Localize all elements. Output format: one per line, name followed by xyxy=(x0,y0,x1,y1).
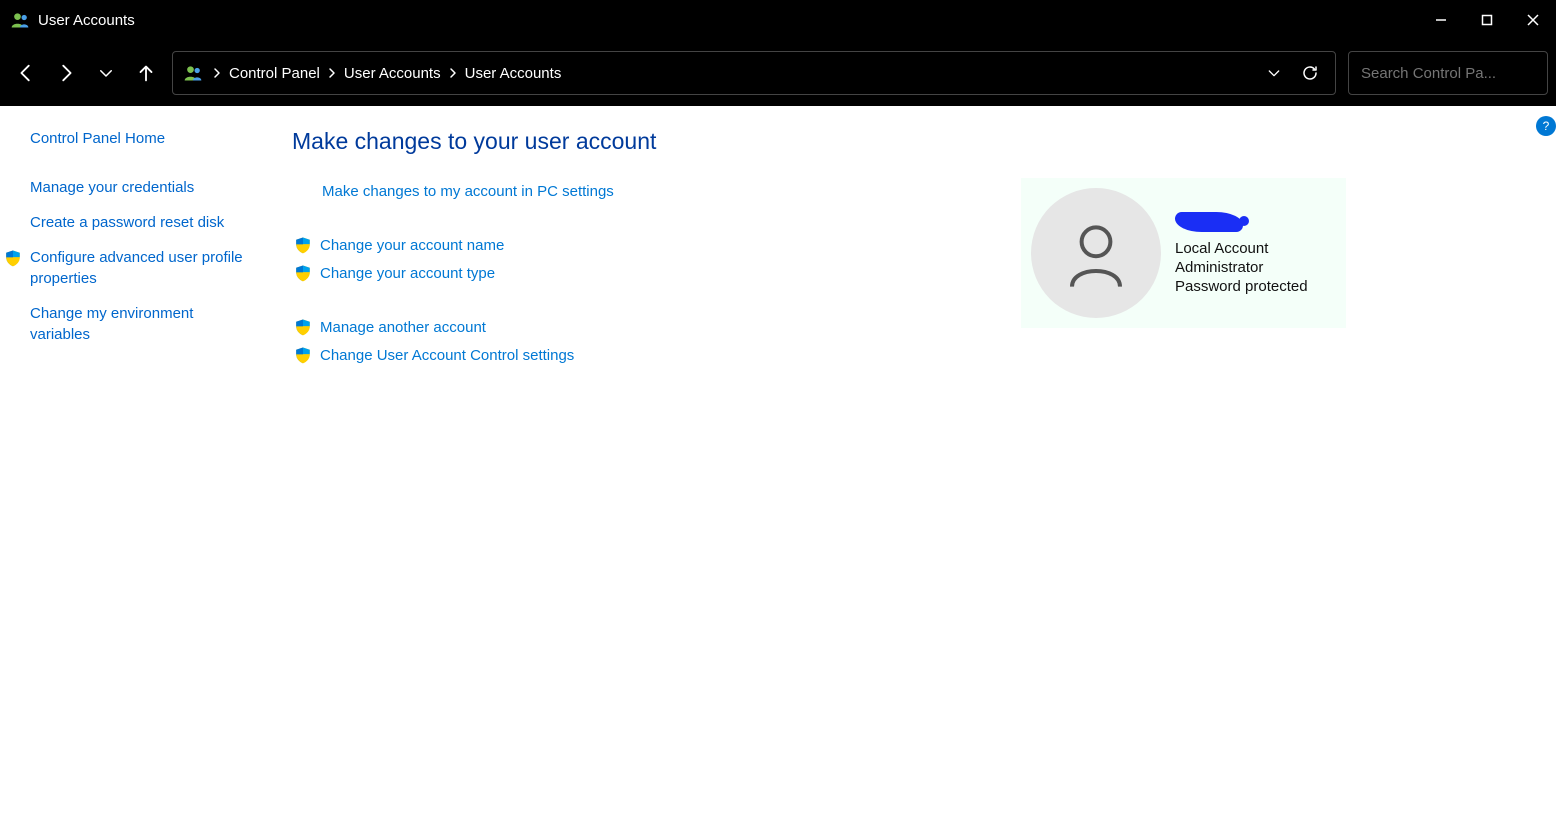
control-panel-home-link[interactable]: Control Panel Home xyxy=(30,128,252,149)
chevron-right-icon[interactable] xyxy=(447,67,459,79)
window-title: User Accounts xyxy=(38,12,135,29)
sidebar-link-advanced-profile[interactable]: Configure advanced user profile properti… xyxy=(30,247,252,289)
account-info: Local Account Administrator Password pro… xyxy=(1175,212,1308,295)
task-link-pc-settings[interactable]: Make changes to my account in PC setting… xyxy=(322,183,614,200)
minimize-button[interactable] xyxy=(1418,0,1464,40)
title-bar: User Accounts xyxy=(0,0,1556,40)
sidebar-link-environment-variables[interactable]: Change my environment variables xyxy=(30,303,252,345)
breadcrumb-user-accounts[interactable]: User Accounts xyxy=(344,65,441,82)
uac-shield-icon xyxy=(294,264,312,282)
uac-shield-icon xyxy=(294,346,312,364)
nav-bar: Control Panel User Accounts User Account… xyxy=(0,40,1556,106)
task-manage-another: Manage another account xyxy=(294,318,1556,336)
page-heading: Make changes to your user account xyxy=(292,128,1556,155)
chevron-right-icon[interactable] xyxy=(211,67,223,79)
up-button[interactable] xyxy=(128,55,164,91)
search-input[interactable] xyxy=(1361,65,1556,82)
task-link-manage-another[interactable]: Manage another account xyxy=(320,319,486,336)
content-area: ? Control Panel Home Manage your credent… xyxy=(0,106,1556,840)
breadcrumb-control-panel[interactable]: Control Panel xyxy=(229,65,320,82)
search-box[interactable] xyxy=(1348,51,1548,95)
task-link-change-name[interactable]: Change your account name xyxy=(320,237,504,254)
address-bar[interactable]: Control Panel User Accounts User Account… xyxy=(172,51,1336,95)
refresh-button[interactable] xyxy=(1295,58,1325,88)
close-button[interactable] xyxy=(1510,0,1556,40)
account-password-status: Password protected xyxy=(1175,278,1308,295)
account-name-redacted xyxy=(1175,212,1243,232)
breadcrumb-user-accounts-2[interactable]: User Accounts xyxy=(465,65,562,82)
task-pc-settings: Make changes to my account in PC setting… xyxy=(322,183,1556,200)
back-button[interactable] xyxy=(8,55,44,91)
sidebar-link-password-reset-disk[interactable]: Create a password reset disk xyxy=(30,212,252,233)
sidebar: Control Panel Home Manage your credentia… xyxy=(0,106,270,840)
account-role: Administrator xyxy=(1175,259,1308,276)
task-list: Make changes to my account in PC setting… xyxy=(292,183,1556,364)
main-panel: Make changes to your user account Make c… xyxy=(270,106,1556,840)
task-uac-settings: Change User Account Control settings xyxy=(294,346,1556,364)
address-history-button[interactable] xyxy=(1259,58,1289,88)
uac-shield-icon xyxy=(294,236,312,254)
recent-locations-button[interactable] xyxy=(88,55,124,91)
avatar xyxy=(1031,188,1161,318)
task-link-uac-settings[interactable]: Change User Account Control settings xyxy=(320,347,574,364)
sidebar-link-manage-credentials[interactable]: Manage your credentials xyxy=(30,177,252,198)
account-type: Local Account xyxy=(1175,240,1308,257)
uac-shield-icon xyxy=(4,249,22,267)
account-card: Local Account Administrator Password pro… xyxy=(1021,178,1346,328)
user-accounts-icon xyxy=(183,63,203,83)
task-change-type: Change your account type xyxy=(294,264,1556,282)
chevron-right-icon[interactable] xyxy=(326,67,338,79)
user-accounts-app-icon xyxy=(10,10,30,30)
sidebar-link-label: Configure advanced user profile properti… xyxy=(30,249,243,287)
uac-shield-icon xyxy=(294,318,312,336)
task-link-change-type[interactable]: Change your account type xyxy=(320,265,495,282)
forward-button[interactable] xyxy=(48,55,84,91)
task-change-name: Change your account name xyxy=(294,236,1556,254)
maximize-button[interactable] xyxy=(1464,0,1510,40)
